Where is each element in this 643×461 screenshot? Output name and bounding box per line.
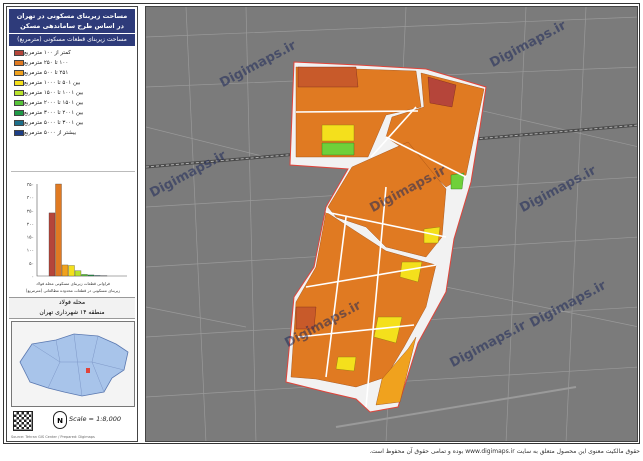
map-canvas <box>146 7 637 441</box>
histogram-bar <box>68 265 75 277</box>
tehran-outline <box>19 333 129 397</box>
histogram-bar <box>81 274 88 277</box>
histogram-chart: ۰ ۵۰ ۱۰۰ ۱۵۰ ۲۰۰ ۲۵۰ ۳۰۰ ۳۵۰ فراوانی قطعات زیربن… <box>11 171 135 297</box>
credit-text: Source: Tehran GIS Center / Prepared: Di… <box>11 435 95 439</box>
histogram-bar <box>94 275 101 277</box>
histogram-bar <box>74 270 82 277</box>
y-tick-label: ۳۰۰ <box>27 195 34 201</box>
histogram-bar <box>61 264 69 277</box>
map-footer-block: N Scale = 1:8,000 Source: Tehran GIS Cen… <box>9 409 135 441</box>
legend-item: بین ۳۰۰۱ تا ۵۰۰۰ مترمربع <box>11 118 135 128</box>
legend-item: بین ۵۰۱ تا ۱۰۰۰ مترمربع <box>11 78 135 88</box>
y-tick-label: ۵۰ <box>29 262 34 267</box>
map-sidebar: مساحت زیربنای مسکونی در تهران در اساس طر… <box>6 6 138 442</box>
y-tick-label: ۲۵۰ <box>27 209 34 214</box>
legend-swatch <box>14 110 24 116</box>
map-title: مساحت زیربنای مسکونی در تهران در اساس طر… <box>9 9 135 33</box>
legend-label: بین ۵۰۱ تا ۱۰۰۰ مترمربع <box>24 80 81 86</box>
legend-label: بین ۱۰۰۱ تا ۱۵۰۰ مترمربع <box>24 90 84 96</box>
legend-swatch <box>14 90 24 96</box>
chart-caption: فراوانی قطعات زیربنای مسکونی محله فولاد <box>36 281 110 286</box>
y-tick-label: ۲۰۰ <box>27 222 34 227</box>
legend-item: بین ۱۵۰۱ تا ۲۰۰۰ مترمربع <box>11 98 135 108</box>
legend-item: ۱۰۰ تا ۲۵۰ مترمربع <box>11 58 135 68</box>
legend-swatch <box>14 100 24 106</box>
legend-swatch <box>14 130 24 136</box>
y-tick-label: ۱۰۰ <box>27 249 34 254</box>
legend: کمتر از ۱۰۰ مترمربع ۱۰۰ تا ۲۵۰ مترمربع ۲۵۱… <box>11 48 135 138</box>
north-arrow-icon: N <box>53 411 67 429</box>
y-tick-label: ۱۵۰ <box>27 236 34 241</box>
legend-swatch <box>14 70 24 76</box>
chart-caption: زیربنای مسکونی در قطعات محدوده مطالعاتی … <box>26 288 120 293</box>
legend-header: مساحت زیربنای قطعات مسکونی (مترمربع) <box>9 34 135 46</box>
y-tick-label: ۳۵۰ <box>27 182 34 188</box>
legend-item: بیشتر از ۵۰۰۰ مترمربع <box>11 128 135 138</box>
legend-label: بین ۳۰۰۱ تا ۵۰۰۰ مترمربع <box>24 120 84 126</box>
histogram-bar <box>48 212 56 277</box>
legend-item: بین ۲۰۰۱ تا ۳۰۰۰ مترمربع <box>11 108 135 118</box>
title-line-2: در اساس طرح ساماندهی مسکن <box>20 22 124 30</box>
study-area-marker <box>86 368 90 373</box>
main-map[interactable]: Digimaps.ir Digimaps.ir Digimaps.ir Digi… <box>145 6 638 442</box>
legend-label: کمتر از ۱۰۰ مترمربع <box>24 50 71 56</box>
histogram-bar <box>55 183 62 277</box>
legend-swatch <box>14 60 24 66</box>
histogram-svg: ۰ ۵۰ ۱۰۰ ۱۵۰ ۲۰۰ ۲۵۰ ۳۰۰ ۳۵۰ فراوانی قطعات زیربن… <box>26 182 127 293</box>
legend-label: بین ۲۰۰۱ تا ۳۰۰۰ مترمربع <box>24 110 84 116</box>
area-label: محله فولاد منطقه ۱۴ شهرداری تهران <box>9 297 135 319</box>
legend-item: ۲۵۱ تا ۵۰۰ مترمربع <box>11 68 135 78</box>
legend-swatch <box>14 80 24 86</box>
qr-code-icon <box>13 411 33 431</box>
legend-item: کمتر از ۱۰۰ مترمربع <box>11 48 135 58</box>
inset-map-svg <box>19 333 129 397</box>
title-line-1: مساحت زیربنای مسکونی در تهران <box>16 12 128 20</box>
legend-label: بیشتر از ۵۰۰۰ مترمربع <box>24 130 77 136</box>
district-name: منطقه ۱۴ شهرداری تهران <box>39 309 105 316</box>
legend-swatch <box>14 120 24 126</box>
copyright-footer: حقوق مالکیت معنوی این محصول متعلق به سای… <box>369 448 640 455</box>
y-tick-label: ۰ <box>32 275 34 280</box>
legend-swatch <box>14 50 24 56</box>
inset-map <box>11 321 135 407</box>
legend-label: ۲۵۱ تا ۵۰۰ مترمربع <box>24 70 69 76</box>
scale-label: Scale = 1:8,000 <box>69 415 121 423</box>
legend-label: بین ۱۵۰۱ تا ۲۰۰۰ مترمربع <box>24 100 84 106</box>
legend-label: ۱۰۰ تا ۲۵۰ مترمربع <box>24 60 69 66</box>
histogram-bar <box>87 274 95 277</box>
legend-item: بین ۱۰۰۱ تا ۱۵۰۰ مترمربع <box>11 88 135 98</box>
area-name: محله فولاد <box>58 299 86 306</box>
